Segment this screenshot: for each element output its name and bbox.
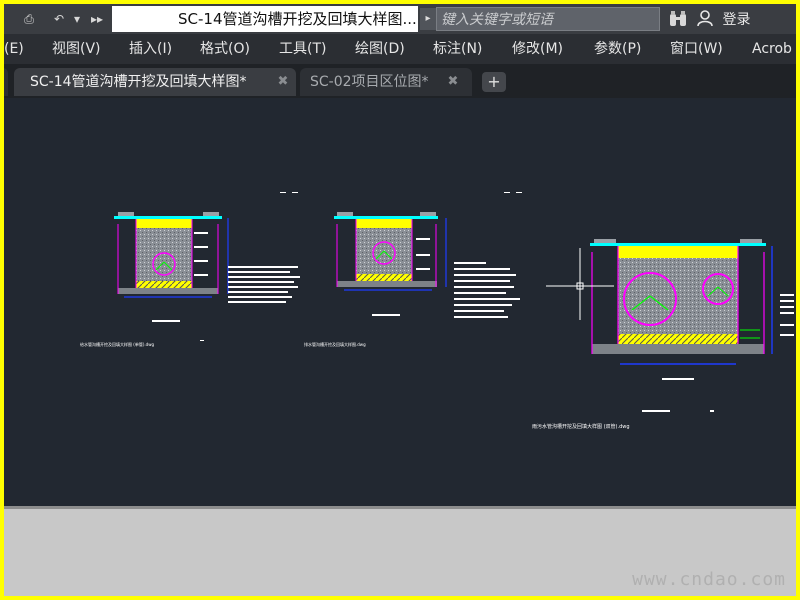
cad-drawing: 给水管沟槽开挖及回填大样图 (单管).dwg 排水管沟槽开挖及回填大样图.dwg… — [80, 192, 794, 430]
binoculars-icon[interactable] — [668, 10, 688, 28]
menu-insert[interactable]: 插入(I) — [129, 34, 172, 64]
sign-in-button[interactable]: 登录 — [696, 9, 750, 29]
close-icon[interactable]: ✖ — [276, 68, 290, 96]
menu-dimension[interactable]: 标注(N) — [433, 34, 482, 64]
menu-tools[interactable]: 工具(T) — [279, 34, 326, 64]
undo-icon[interactable]: ↶ — [48, 9, 70, 29]
watermark: www.cndao.com — [632, 569, 786, 590]
new-tab-button[interactable]: + — [482, 72, 506, 92]
surface-line — [114, 216, 222, 219]
sign-in-label: 登录 — [722, 12, 751, 28]
tab-label: SC-14管道沟槽开挖及回填大样图* — [30, 74, 247, 90]
menu-view[interactable]: 视图(V) — [52, 34, 101, 64]
tab-sc14-drawing[interactable]: SC-14管道沟槽开挖及回填大样图* ✖ — [14, 68, 296, 96]
user-icon — [697, 10, 713, 27]
search-input[interactable] — [437, 8, 665, 32]
search-field[interactable] — [436, 7, 665, 32]
trench-section-3: 雨污水管沟槽开挖及回填大样图 (双管).dwg — [532, 239, 794, 430]
application-window: ⎙ ↶ ▾ ▸▸ SC-14管道沟槽开挖及回填大样图.... ▸ 登录 (E) … — [4, 4, 796, 596]
bedding-layer — [136, 281, 192, 288]
tab-label: SC-02项目区位图* — [310, 74, 429, 90]
title-bar: ⎙ ↶ ▾ ▸▸ SC-14管道沟槽开挖及回填大样图.... ▸ 登录 — [4, 4, 796, 34]
drawing-label-2: 排水管沟槽开挖及回填大样图.dwg — [304, 341, 366, 347]
more-tools-icon[interactable]: ▸▸ — [88, 9, 106, 29]
menu-modify[interactable]: 修改(M) — [512, 34, 563, 64]
backfill-layer — [136, 228, 192, 286]
menu-draw[interactable]: 绘图(D) — [355, 34, 405, 64]
expand-icon[interactable]: ▸ — [420, 8, 436, 30]
drawing-canvas[interactable]: 给水管沟槽开挖及回填大样图 (单管).dwg 排水管沟槽开挖及回填大样图.dwg… — [4, 98, 796, 506]
window-border: ⎙ ↶ ▾ ▸▸ SC-14管道沟槽开挖及回填大样图.... ▸ 登录 (E) … — [0, 0, 800, 600]
trench-section-2: 排水管沟槽开挖及回填大样图.dwg — [304, 192, 522, 347]
base-layer — [118, 288, 218, 294]
undo-dropdown-icon[interactable]: ▾ — [70, 9, 84, 29]
menu-parametric[interactable]: 参数(P) — [594, 34, 641, 64]
menu-bar: (E) 视图(V) 插入(I) 格式(O) 工具(T) 绘图(D) 标注(N) … — [4, 34, 796, 64]
tab-sc02-drawing[interactable]: SC-02项目区位图* ✖ — [300, 68, 472, 96]
window-title: SC-14管道沟槽开挖及回填大样图.... — [112, 6, 418, 32]
menu-acrobat[interactable]: Acrob — [752, 34, 792, 64]
tab-overflow[interactable] — [4, 68, 8, 96]
print-icon[interactable]: ⎙ — [18, 9, 40, 29]
menu-window[interactable]: 窗口(W) — [670, 34, 723, 64]
menu-edit[interactable]: (E) — [4, 34, 24, 64]
drawing-label-3: 雨污水管沟槽开挖及回填大样图 (双管).dwg — [532, 423, 630, 430]
drawing-label-1: 给水管沟槽开挖及回填大样图 (单管).dwg — [80, 341, 154, 347]
road-layer — [136, 219, 192, 228]
menu-format[interactable]: 格式(O) — [200, 34, 250, 64]
close-icon[interactable]: ✖ — [446, 68, 460, 96]
command-area: www.cndao.com — [4, 506, 796, 596]
document-tab-bar: SC-14管道沟槽开挖及回填大样图* ✖ SC-02项目区位图* ✖ + — [4, 64, 796, 98]
trench-section-1: 给水管沟槽开挖及回填大样图 (单管).dwg — [80, 192, 300, 347]
crosshair-cursor — [546, 248, 614, 320]
